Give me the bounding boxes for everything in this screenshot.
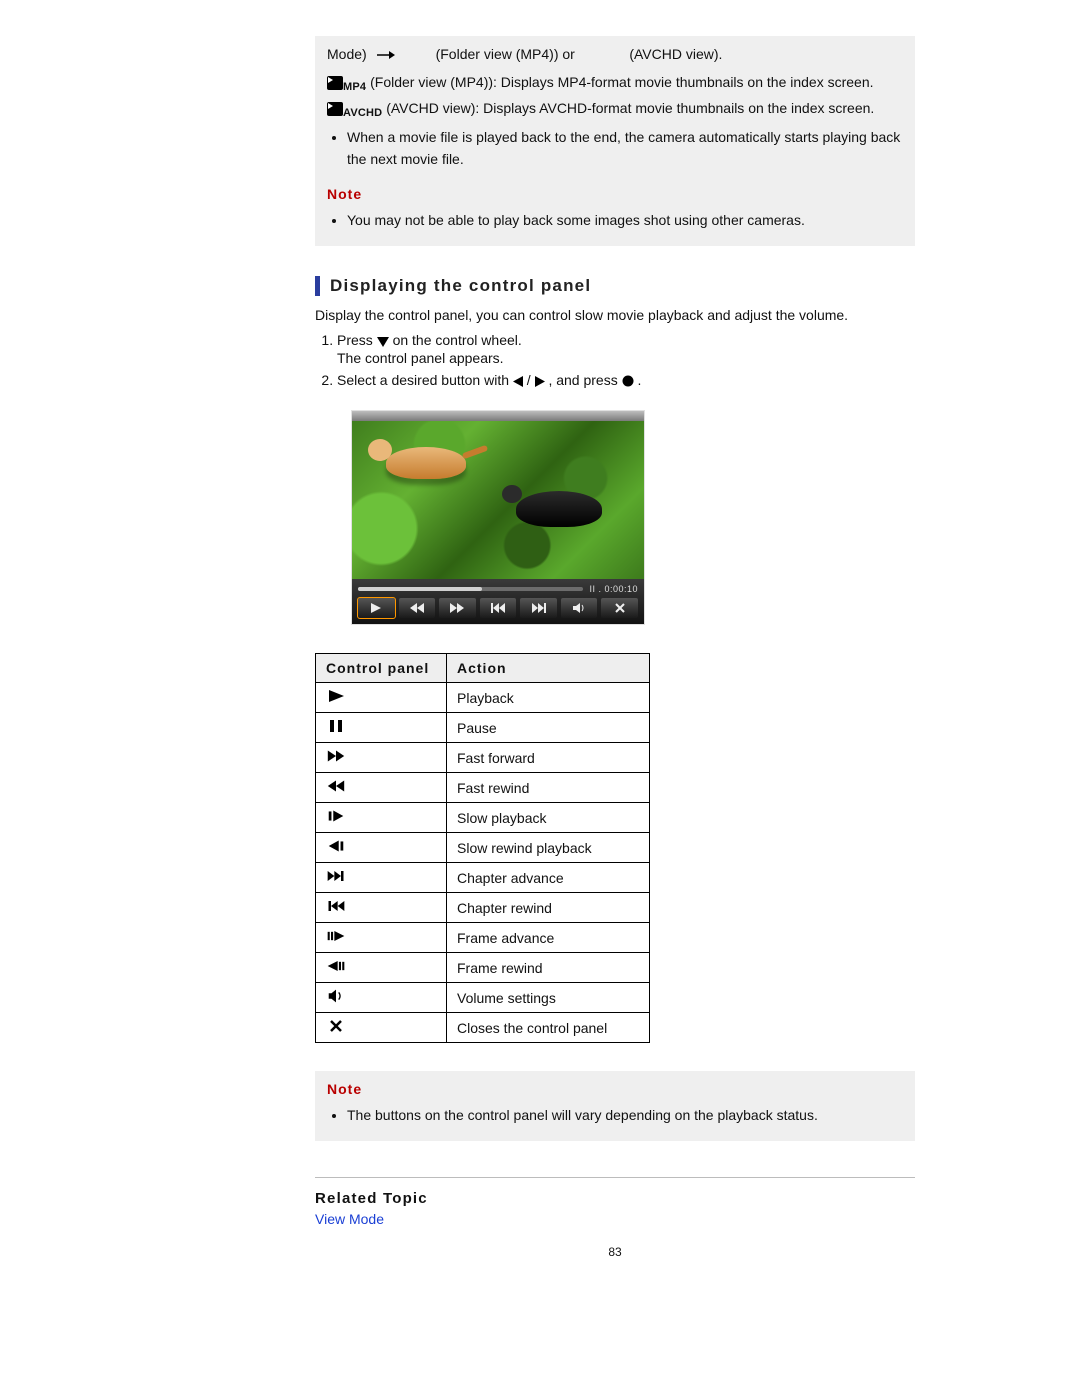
note-item-1: You may not be able to play back some im… <box>347 210 903 232</box>
preview-play-icon <box>358 598 395 618</box>
avchd-view-label: (AVCHD view). <box>629 46 722 62</box>
fast-forward-icon <box>316 743 447 773</box>
table-row: Fast forward <box>316 743 650 773</box>
table-row: Chapter rewind <box>316 893 650 923</box>
note2-item: The buttons on the control panel will va… <box>347 1105 903 1127</box>
step1-text-c: The control panel appears. <box>337 350 504 366</box>
action-cell: Frame rewind <box>447 953 650 983</box>
preview-fast-forward-icon <box>439 598 476 618</box>
separator <box>315 1177 915 1178</box>
note-heading: Note <box>327 184 903 206</box>
step2-text-a: Select a desired button with <box>337 372 513 388</box>
mode-paren: Mode) <box>327 46 367 62</box>
preview-time: II . 0:00:10 <box>589 584 638 594</box>
table-row: Slow rewind playback <box>316 833 650 863</box>
preview-close-icon <box>601 598 638 618</box>
mp4-badge-icon: MP4 <box>327 75 366 97</box>
table-row: Chapter advance <box>316 863 650 893</box>
right-triangle-icon <box>535 374 545 390</box>
preview-fast-rewind-icon <box>399 598 436 618</box>
preview-control-bar: II . 0:00:10 <box>352 579 644 624</box>
action-cell: Fast forward <box>447 743 650 773</box>
table-row: Frame rewind <box>316 953 650 983</box>
table-row: Volume settings <box>316 983 650 1013</box>
table-row: Fast rewind <box>316 773 650 803</box>
action-cell: Frame advance <box>447 923 650 953</box>
frame-rewind-icon <box>316 953 447 983</box>
avchd-badge-icon: AVCHD <box>327 101 382 123</box>
frame-advance-icon <box>316 923 447 953</box>
page-number: 83 <box>315 1245 915 1259</box>
action-cell: Chapter rewind <box>447 893 650 923</box>
dot-icon <box>622 374 634 390</box>
cat-black-icon <box>516 491 602 527</box>
step1-text-a: Press <box>337 332 377 348</box>
preview-volume-icon <box>561 598 598 618</box>
table-row: Closes the control panel <box>316 1013 650 1043</box>
action-cell: Slow rewind playback <box>447 833 650 863</box>
playback-preview: II . 0:00:10 <box>351 410 645 625</box>
table-row: Pause <box>316 713 650 743</box>
table-row: Slow playback <box>316 803 650 833</box>
action-cell: Closes the control panel <box>447 1013 650 1043</box>
intro-box: Mode) (Folder view (MP4)) or (AVCHD view… <box>315 36 915 246</box>
avchd-desc: (AVCHD view): Displays AVCHD-format movi… <box>386 100 874 116</box>
action-cell: Chapter advance <box>447 863 650 893</box>
action-cell: Playback <box>447 683 650 713</box>
mp4-desc: (Folder view (MP4)): Displays MP4-format… <box>370 74 873 90</box>
close-icon <box>316 1013 447 1043</box>
note-box-2: Note The buttons on the control panel wi… <box>315 1071 915 1140</box>
table-row: Playback <box>316 683 650 713</box>
pause-icon <box>316 713 447 743</box>
preview-chapter-rewind-icon <box>480 598 517 618</box>
step2-text-c: , and press <box>548 372 621 388</box>
related-topic-heading: Related Topic <box>315 1190 915 1207</box>
autoplay-note: When a movie file is played back to the … <box>347 127 903 170</box>
section-lead: Display the control panel, you can contr… <box>315 304 915 326</box>
volume-icon <box>316 983 447 1013</box>
table-row: Frame advance <box>316 923 650 953</box>
cat-orange-icon <box>386 447 466 479</box>
action-cell: Slow playback <box>447 803 650 833</box>
th-action: Action <box>447 654 650 683</box>
section-heading: Displaying the control panel <box>315 276 915 296</box>
control-panel-table: Control panel Action Playback Pause Fast… <box>315 653 650 1043</box>
progress-bar-icon <box>358 587 583 591</box>
action-cell: Fast rewind <box>447 773 650 803</box>
step1-text-b: on the control wheel. <box>393 332 522 348</box>
slow-rewind-icon <box>316 833 447 863</box>
note2-heading: Note <box>327 1079 903 1101</box>
th-control-panel: Control panel <box>316 654 447 683</box>
play-icon <box>316 683 447 713</box>
preview-chapter-advance-icon <box>520 598 557 618</box>
action-cell: Volume settings <box>447 983 650 1013</box>
down-triangle-icon <box>377 334 389 350</box>
fast-rewind-icon <box>316 773 447 803</box>
arrow-right-icon <box>377 44 395 66</box>
action-cell: Pause <box>447 713 650 743</box>
slow-playback-icon <box>316 803 447 833</box>
chapter-advance-icon <box>316 863 447 893</box>
folder-view-mp4-label: (Folder view (MP4)) or <box>436 46 575 62</box>
left-triangle-icon <box>513 374 523 390</box>
step-1: Press on the control wheel. The control … <box>337 332 915 366</box>
step-2: Select a desired button with / , and pre… <box>337 372 915 390</box>
chapter-rewind-icon <box>316 893 447 923</box>
view-mode-link[interactable]: View Mode <box>315 1211 384 1227</box>
step2-text-d: . <box>638 372 642 388</box>
step2-slash: / <box>527 372 535 388</box>
